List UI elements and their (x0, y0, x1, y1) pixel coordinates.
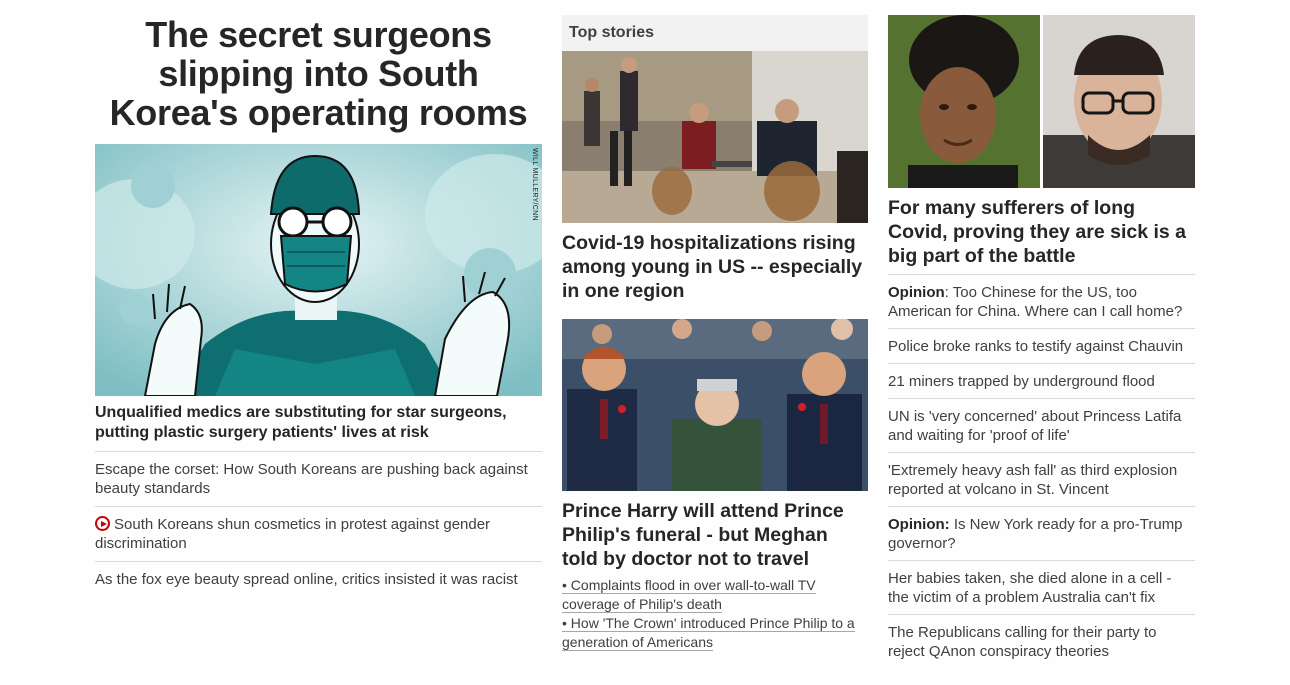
headline-list: Opinion: Too Chinese for the US, too Ame… (888, 275, 1195, 668)
related-links: Escape the corset: How South Koreans are… (95, 452, 542, 597)
headline-separator: : (944, 284, 953, 301)
story-bullet-text: Complaints flood in over wall-to-wall TV… (562, 577, 816, 612)
opinion-label: Opinion: (888, 516, 950, 533)
related-link-text: Escape the corset: How South Koreans are… (95, 461, 528, 497)
headline-text: Her babies taken, she died alone in a ce… (888, 570, 1172, 606)
headline-text: 21 miners trapped by underground flood (888, 373, 1155, 390)
left-column: The secret surgeons slipping into South … (95, 15, 542, 597)
headline-list-item[interactable]: Police broke ranks to testify against Ch… (888, 329, 1195, 364)
opinion-label: Opinion (888, 284, 945, 301)
headline-list-item[interactable]: UN is 'very concerned' about Princess La… (888, 399, 1195, 453)
video-play-icon (95, 516, 110, 531)
story-bullet-link[interactable]: • How 'The Crown' introduced Prince Phil… (562, 614, 868, 652)
headline-text: The Republicans calling for their party … (888, 624, 1157, 660)
related-link-text: As the fox eye beauty spread online, cri… (95, 571, 518, 588)
headline-list-item[interactable]: Opinion: Too Chinese for the US, too Ame… (888, 275, 1195, 329)
headline-list-item[interactable]: 21 miners trapped by underground flood (888, 364, 1195, 399)
story-bullet-link[interactable]: • Complaints flood in over wall-to-wall … (562, 576, 868, 614)
headline-text: Police broke ranks to testify against Ch… (888, 338, 1184, 355)
story-bullets: • Complaints flood in over wall-to-wall … (562, 576, 868, 652)
headline-list-item[interactable]: 'Extremely heavy ash fall' as third expl… (888, 453, 1195, 507)
bullet-dot: • (562, 615, 567, 631)
related-link[interactable]: Escape the corset: How South Koreans are… (95, 452, 542, 507)
surgeon-illustration[interactable]: WILL MULLERY/CNN (95, 144, 542, 396)
feature-headline[interactable]: For many sufferers of long Covid, provin… (888, 196, 1195, 275)
lead-subheadline[interactable]: Unqualified medics are substituting for … (95, 396, 542, 452)
headline-list-item[interactable]: Opinion: Is New York ready for a pro-Tru… (888, 507, 1195, 561)
headline-list-item[interactable]: The Republicans calling for their party … (888, 615, 1195, 668)
image-credit: WILL MULLERY/CNN (531, 148, 538, 221)
related-link[interactable]: South Koreans shun cosmetics in protest … (95, 507, 542, 562)
bullet-dot: • (562, 577, 567, 593)
hero-headline[interactable]: The secret surgeons slipping into South … (95, 15, 542, 132)
street-dining-photo[interactable] (562, 51, 868, 223)
royal-family-photo[interactable] (562, 319, 868, 491)
long-covid-portraits-photo[interactable] (888, 15, 1195, 188)
middle-column: Top stories Covid-19 hospitalizations ri (562, 15, 868, 652)
right-column: For many sufferers of long Covid, provin… (888, 15, 1195, 668)
headline-text: 'Extremely heavy ash fall' as third expl… (888, 462, 1178, 498)
headline-text: UN is 'very concerned' about Princess La… (888, 408, 1182, 444)
top-story-headline[interactable]: Covid-19 hospitalizations rising among y… (562, 231, 868, 303)
section-label: Top stories (562, 15, 868, 51)
related-link[interactable]: As the fox eye beauty spread online, cri… (95, 562, 542, 597)
top-story-headline[interactable]: Prince Harry will attend Prince Philip's… (562, 499, 868, 571)
related-link-text: South Koreans shun cosmetics in protest … (95, 516, 491, 552)
headline-list-item[interactable]: Her babies taken, she died alone in a ce… (888, 561, 1195, 615)
story-bullet-text: How 'The Crown' introduced Prince Philip… (562, 615, 855, 650)
